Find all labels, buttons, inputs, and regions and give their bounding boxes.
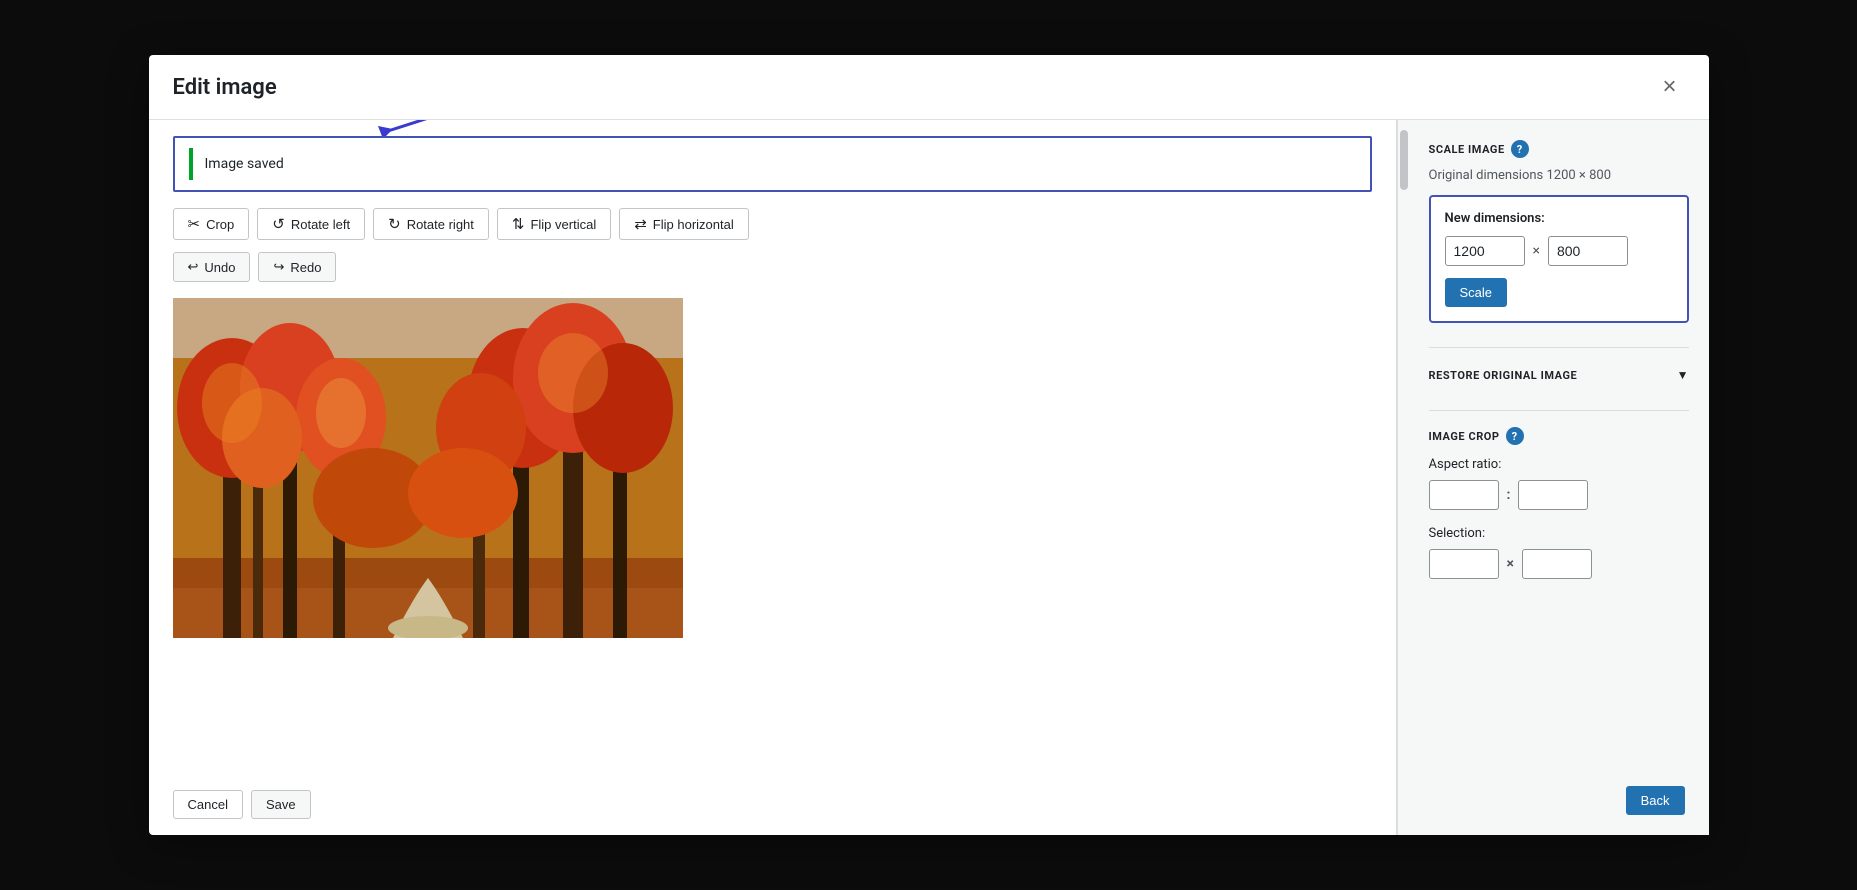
dimension-separator: × [1533, 243, 1540, 259]
modal-body: Image saved ✂ Crop ↺ Rotate left ↻ [149, 120, 1709, 835]
chevron-down-icon: ▼ [1677, 368, 1689, 382]
modal-close-button[interactable]: × [1654, 71, 1684, 103]
preview-image [173, 298, 683, 638]
image-crop-section: IMAGE CROP ? Aspect ratio: : Selection: … [1429, 427, 1689, 579]
modal-overlay: Edit image × Image saved [0, 0, 1857, 890]
flip-horizontal-icon: ⇄ [634, 215, 647, 233]
image-crop-title: IMAGE CROP ? [1429, 427, 1689, 445]
dimensions-row: × [1445, 236, 1673, 266]
crop-help-icon[interactable]: ? [1506, 427, 1524, 445]
redo-button[interactable]: ↪ Redo [258, 252, 336, 282]
notification-bar: Image saved [173, 136, 1372, 192]
height-input[interactable] [1548, 236, 1628, 266]
divider-2 [1429, 410, 1689, 411]
main-panel: Image saved ✂ Crop ↺ Rotate left ↻ [149, 120, 1397, 835]
rotate-left-icon: ↺ [272, 215, 285, 233]
divider-1 [1429, 347, 1689, 348]
cancel-button[interactable]: Cancel [173, 790, 243, 819]
scroll-track[interactable] [1397, 120, 1409, 835]
aspect-ratio-height-input[interactable] [1518, 480, 1588, 510]
edit-image-modal: Edit image × Image saved [149, 55, 1709, 835]
crop-button[interactable]: ✂ Crop [173, 208, 250, 240]
selection-separator: × [1507, 556, 1514, 572]
restore-title: RESTORE ORIGINAL IMAGE [1429, 369, 1578, 382]
width-input[interactable] [1445, 236, 1525, 266]
toolbar: ✂ Crop ↺ Rotate left ↻ Rotate right ⇅ Fl… [173, 208, 1372, 240]
actions-row: ↩ Undo ↪ Redo [173, 252, 1372, 282]
aspect-ratio-width-input[interactable] [1429, 480, 1499, 510]
modal-header: Edit image × [149, 55, 1709, 120]
sidebar: SCALE IMAGE ? Original dimensions 1200 ×… [1409, 120, 1709, 835]
undo-button[interactable]: ↩ Undo [173, 252, 251, 282]
modal-title: Edit image [173, 75, 277, 100]
flip-vertical-icon: ⇅ [512, 215, 525, 233]
image-container [173, 298, 1372, 774]
aspect-ratio-separator: : [1507, 487, 1511, 503]
back-button[interactable]: Back [1626, 786, 1685, 815]
new-dimensions-label: New dimensions: [1445, 211, 1673, 226]
back-button-container: Back [1626, 786, 1685, 815]
rotate-right-button[interactable]: ↻ Rotate right [373, 208, 489, 240]
selection-width-input[interactable] [1429, 549, 1499, 579]
crop-icon: ✂ [188, 215, 201, 233]
scale-image-section: SCALE IMAGE ? Original dimensions 1200 ×… [1429, 140, 1689, 323]
rotate-left-button[interactable]: ↺ Rotate left [257, 208, 365, 240]
aspect-ratio-row: : [1429, 480, 1689, 510]
scale-button[interactable]: Scale [1445, 278, 1508, 307]
redo-icon: ↪ [273, 259, 284, 275]
aspect-ratio-label: Aspect ratio: [1429, 457, 1689, 472]
notification-text: Image saved [205, 156, 284, 172]
scroll-thumb[interactable] [1400, 130, 1408, 190]
selection-row: × [1429, 549, 1689, 579]
save-button[interactable]: Save [251, 790, 311, 819]
original-dimensions: Original dimensions 1200 × 800 [1429, 168, 1689, 183]
selection-height-input[interactable] [1522, 549, 1592, 579]
scale-section-title: SCALE IMAGE ? [1429, 140, 1689, 158]
restore-row[interactable]: RESTORE ORIGINAL IMAGE ▼ [1429, 364, 1689, 386]
flip-vertical-button[interactable]: ⇅ Flip vertical [497, 208, 611, 240]
bottom-row: Cancel Save [173, 774, 1372, 819]
rotate-right-icon: ↻ [388, 215, 401, 233]
restore-section: RESTORE ORIGINAL IMAGE ▼ [1429, 364, 1689, 386]
notification-green-bar [189, 148, 193, 180]
scale-help-icon[interactable]: ? [1511, 140, 1529, 158]
scale-dimensions-box: New dimensions: × Scale [1429, 195, 1689, 323]
undo-icon: ↩ [188, 259, 199, 275]
selection-label: Selection: [1429, 526, 1689, 541]
flip-horizontal-button[interactable]: ⇄ Flip horizontal [619, 208, 749, 240]
